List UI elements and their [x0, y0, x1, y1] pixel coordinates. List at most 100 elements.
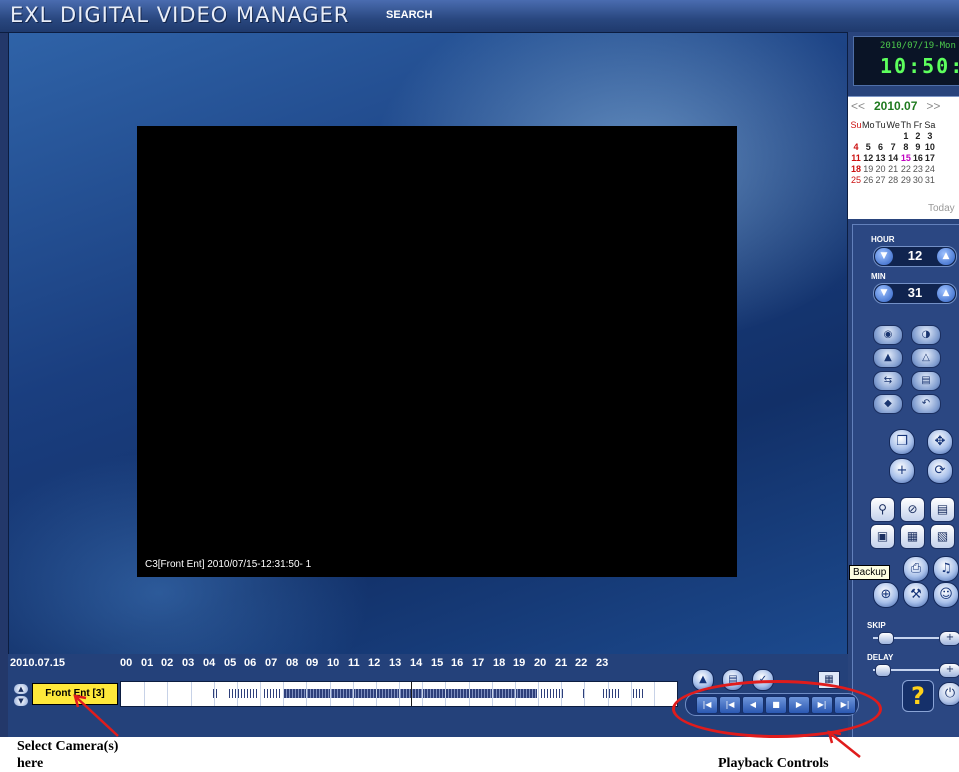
- timeline-hour-label: 22: [575, 657, 588, 669]
- calendar-day[interactable]: 19: [862, 163, 875, 174]
- search-export-icon[interactable]: ▤: [930, 497, 955, 522]
- timeline-hour-label: 06: [244, 657, 257, 669]
- timeline-hour-label: 00: [120, 657, 133, 669]
- backup-icon[interactable]: ⊕: [873, 582, 899, 608]
- calendar-day[interactable]: 17: [924, 152, 936, 163]
- copy-icon[interactable]: ❐: [889, 429, 915, 455]
- timeline-hour-divider: [631, 682, 632, 706]
- min-up-button[interactable]: ▲: [937, 285, 955, 302]
- hour-down-button[interactable]: ▼: [875, 248, 893, 265]
- skip-plus-icon[interactable]: +: [939, 631, 959, 646]
- calendar-day[interactable]: 20: [875, 163, 887, 174]
- fit-screen-icon[interactable]: ✥: [927, 429, 953, 455]
- calendar-day[interactable]: 27: [875, 174, 887, 185]
- calendar-day[interactable]: 14: [887, 152, 900, 163]
- calendar-day[interactable]: 26: [862, 174, 875, 185]
- calendar-day[interactable]: 21: [887, 163, 900, 174]
- audio-icon[interactable]: ♫: [933, 556, 959, 582]
- calendar-day[interactable]: 31: [924, 174, 936, 185]
- search-tab[interactable]: SEARCH: [386, 9, 432, 21]
- calendar-day[interactable]: 6: [875, 141, 887, 152]
- power-icon[interactable]: ⏻: [938, 682, 959, 706]
- flip-icon[interactable]: ⇆: [873, 371, 903, 391]
- tools-icon[interactable]: ⚒: [903, 582, 929, 608]
- brightness-down-icon[interactable]: △: [911, 348, 941, 368]
- delay-slider[interactable]: +: [869, 663, 959, 678]
- calendar-day[interactable]: 12: [862, 152, 875, 163]
- skip-slider-knob[interactable]: [878, 632, 894, 645]
- calendar-day[interactable]: 13: [875, 152, 887, 163]
- calendar-day[interactable]: 9: [912, 141, 924, 152]
- calendar-today-button[interactable]: Today: [928, 203, 955, 214]
- search-clear-icon[interactable]: ⊘: [900, 497, 925, 522]
- timeline-hour-divider: [538, 682, 539, 706]
- help-button[interactable]: ?: [902, 680, 934, 712]
- calendar-day[interactable]: 4: [850, 141, 862, 152]
- timeline-hour-label: 17: [472, 657, 485, 669]
- color-icon[interactable]: ▤: [911, 371, 941, 391]
- film-icon[interactable]: ▧: [930, 524, 955, 549]
- calendar-day[interactable]: 3: [924, 130, 936, 141]
- min-down-button[interactable]: ▼: [875, 285, 893, 302]
- add-icon[interactable]: +: [889, 458, 915, 484]
- brightness-up-icon[interactable]: ▲: [873, 348, 903, 368]
- refresh-icon[interactable]: ⟳: [927, 458, 953, 484]
- skip-slider[interactable]: +: [869, 631, 959, 646]
- delay-slider-knob[interactable]: [875, 664, 891, 677]
- calendar-next-button[interactable]: >>: [923, 99, 943, 113]
- calendar-day-selected[interactable]: 15: [900, 152, 912, 163]
- camera-up-icon[interactable]: ▲: [14, 684, 28, 694]
- calendar-day[interactable]: 25: [850, 174, 862, 185]
- timeline-track[interactable]: [120, 681, 678, 707]
- calendar-day[interactable]: 7: [887, 141, 900, 152]
- hour-label: HOUR: [871, 235, 895, 244]
- calendar-day[interactable]: [850, 130, 862, 141]
- calendar-day[interactable]: 28: [887, 174, 900, 185]
- grid-icon[interactable]: ▦: [900, 524, 925, 549]
- weekday-label: Sa: [924, 119, 936, 130]
- timeline-hour-divider: [167, 682, 168, 706]
- calendar-day[interactable]: 8: [900, 141, 912, 152]
- timeline-hour-label: 15: [431, 657, 444, 669]
- undo-icon[interactable]: ↶: [911, 394, 941, 414]
- min-value[interactable]: 31: [896, 285, 934, 300]
- camera-select-button[interactable]: Front Ent [3]: [32, 683, 118, 705]
- sharpen-icon[interactable]: ◆: [873, 394, 903, 414]
- video-viewport[interactable]: C3[Front Ent] 2010/07/15-12:31:50- 1: [137, 126, 737, 577]
- calendar-day[interactable]: 24: [924, 163, 936, 174]
- calendar-grid: Su Mo Tu We Th Fr Sa 1 2 3 4 5 6 7 8 9 1…: [850, 119, 936, 185]
- timeline-hour-label: 04: [203, 657, 216, 669]
- contrast-icon[interactable]: ◑: [911, 325, 941, 345]
- calendar-day[interactable]: 29: [900, 174, 912, 185]
- calendar-day[interactable]: 10: [924, 141, 936, 152]
- calendar-day[interactable]: 11: [850, 152, 862, 163]
- calendar-day[interactable]: 16: [912, 152, 924, 163]
- calendar-prev-button[interactable]: <<: [848, 99, 868, 113]
- calendar-day[interactable]: 2: [912, 130, 924, 141]
- timeline-hour-label: 19: [513, 657, 526, 669]
- calendar-day[interactable]: 23: [912, 163, 924, 174]
- calendar-day[interactable]: [887, 130, 900, 141]
- calendar-day[interactable]: 18: [850, 163, 862, 174]
- timeline-hour-divider: [654, 682, 655, 706]
- search-icon[interactable]: ⚲: [870, 497, 895, 522]
- snapshot-icon[interactable]: ▣: [870, 524, 895, 549]
- calendar-day[interactable]: [862, 130, 875, 141]
- calendar-day[interactable]: 30: [912, 174, 924, 185]
- clock-time: 10:50:33: [880, 54, 959, 78]
- timeline-date: 2010.07.15: [10, 657, 66, 669]
- timeline-hour-label: 10: [327, 657, 340, 669]
- calendar-day[interactable]: [875, 130, 887, 141]
- calendar-day[interactable]: 5: [862, 141, 875, 152]
- delay-plus-icon[interactable]: +: [939, 663, 959, 678]
- print-icon[interactable]: ⎙: [903, 556, 929, 582]
- hour-value[interactable]: 12: [896, 248, 934, 263]
- calendar-day[interactable]: 22: [900, 163, 912, 174]
- weekday-label: Tu: [875, 119, 886, 130]
- hour-up-button[interactable]: ▲: [937, 248, 955, 265]
- camera-down-icon[interactable]: ▼: [14, 696, 28, 706]
- timeline-cursor[interactable]: [411, 682, 412, 706]
- zoom-in-icon[interactable]: ◉: [873, 325, 903, 345]
- user-icon[interactable]: ☺: [933, 582, 959, 608]
- calendar-day[interactable]: 1: [900, 130, 912, 141]
